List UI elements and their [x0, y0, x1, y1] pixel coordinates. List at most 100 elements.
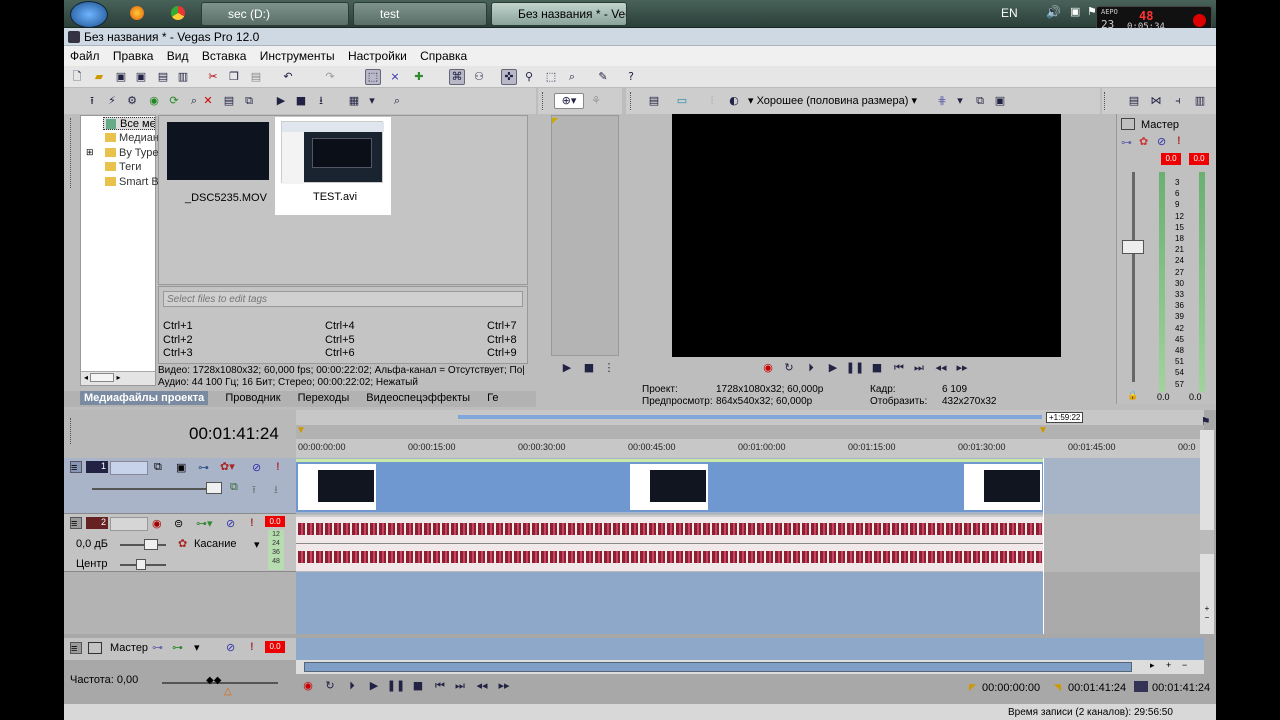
- tree-item[interactable]: Smart B: [103, 176, 159, 188]
- stop-icon[interactable]: ■: [410, 678, 426, 694]
- shortcut-label[interactable]: Ctrl+6: [325, 347, 355, 359]
- loop-icon[interactable]: ↻: [322, 678, 338, 694]
- mixer-view-icon[interactable]: ▥: [1192, 93, 1208, 109]
- record-icon[interactable]: ◉: [760, 360, 776, 376]
- timeline-hscroll[interactable]: ▸ + −: [296, 660, 1204, 674]
- trimmer-menu-icon[interactable]: ⋮: [601, 360, 617, 376]
- record-icon[interactable]: ◉: [300, 678, 316, 694]
- loop-region-bar[interactable]: [458, 415, 1042, 419]
- video-preview-screen[interactable]: [672, 114, 1061, 357]
- arm-record-icon[interactable]: ◉: [152, 517, 162, 530]
- master-fx-icon[interactable]: ⊶: [152, 641, 163, 654]
- next-frame-icon[interactable]: ▸▸: [496, 678, 512, 694]
- copy-snapshot-icon[interactable]: ⧉: [972, 93, 988, 109]
- track-solo-icon[interactable]: !: [250, 517, 254, 529]
- menu-tools[interactable]: Инструменты: [260, 49, 335, 63]
- tree-item[interactable]: Медиан: [103, 132, 159, 144]
- mode-icon[interactable]: ✿: [178, 537, 187, 550]
- marker-bar[interactable]: [296, 425, 1204, 439]
- timeline-menu-icon[interactable]: ⚑: [1199, 414, 1212, 430]
- track-grip-icon[interactable]: ≡: [70, 461, 82, 474]
- mixer-properties-icon[interactable]: ▤: [1126, 93, 1142, 109]
- selection-length[interactable]: 00:01:41:24: [1152, 682, 1210, 694]
- zoom-tool-icon[interactable]: ⌕: [564, 69, 580, 85]
- autopreview-icon[interactable]: ⭳: [313, 93, 329, 109]
- mixer-fx-icon[interactable]: ⫞: [1170, 93, 1186, 109]
- start-button[interactable]: [70, 1, 108, 28]
- track-grip-icon[interactable]: ≡: [70, 642, 82, 655]
- shortcut-label[interactable]: Ctrl+3: [163, 347, 193, 359]
- tab-project-media[interactable]: Медиафайлы проекта: [80, 391, 209, 405]
- shortcut-label[interactable]: Ctrl+5: [325, 334, 355, 346]
- language-indicator[interactable]: EN: [1001, 6, 1018, 20]
- video-event[interactable]: [296, 459, 1044, 512]
- quality-dropdown[interactable]: ▾ Хорошее (половина размера) ▾: [748, 94, 917, 107]
- shortcut-label[interactable]: Ctrl+7: [487, 320, 517, 332]
- copy-icon[interactable]: ❐: [226, 69, 242, 85]
- pause-icon[interactable]: ❚❚: [846, 360, 864, 376]
- empty-lane[interactable]: [296, 572, 1044, 634]
- refresh-icon[interactable]: ⟳: [166, 93, 182, 109]
- cursor-time[interactable]: 00:01:41:24: [189, 424, 279, 444]
- prev-frame-icon[interactable]: ◂◂: [933, 360, 949, 376]
- master-track-header[interactable]: ≡ Мастер ⊶ ⊶ ▾ ⊘ ! 0.0: [64, 638, 296, 660]
- views-icon[interactable]: ▦: [346, 93, 362, 109]
- redo-icon[interactable]: ↷: [322, 69, 338, 85]
- prev-frame-icon[interactable]: ◂◂: [474, 678, 490, 694]
- composite-mode-icon[interactable]: ⧉: [230, 481, 238, 494]
- overlays-dropdown-icon[interactable]: ▾: [952, 93, 968, 109]
- track-grip-icon[interactable]: ≡: [70, 517, 82, 530]
- invert-phase-icon[interactable]: ⊜: [174, 517, 183, 530]
- audio-track-header[interactable]: ≡ 2 ◉ ⊜ ⊶▾ ⊘ ! 0.0 0,0 дБ ✿ Касание ▾ Це…: [64, 514, 296, 572]
- zoom-in-time-icon[interactable]: +: [1166, 660, 1171, 670]
- whats-this-icon[interactable]: ?: [623, 69, 639, 85]
- go-start-icon[interactable]: ⏮: [891, 360, 907, 376]
- firefox-icon[interactable]: [130, 6, 144, 20]
- network-icon[interactable]: ▣: [1070, 5, 1080, 18]
- menu-insert[interactable]: Вставка: [202, 49, 247, 63]
- stop-preview-icon[interactable]: ■: [293, 93, 309, 109]
- timeline-ruler[interactable]: +1:59:22 ▼ ▼ 00:00:00:00 00:00:15:00 00:…: [296, 410, 1204, 458]
- panel-grip[interactable]: [542, 92, 545, 110]
- preview-properties-icon[interactable]: ▤: [646, 93, 662, 109]
- master-mute-icon[interactable]: ⊘: [226, 641, 235, 654]
- child-icon[interactable]: ⭳: [274, 481, 278, 500]
- next-frame-icon[interactable]: ▸▸: [954, 360, 970, 376]
- video-track-header[interactable]: ≡ 1 ⧉ ▣ ⊶ ✿▾ ⊘ ! ⧉ ⭱ ⭳: [64, 458, 296, 514]
- go-end-icon[interactable]: ⏭: [911, 360, 927, 376]
- stop-icon[interactable]: ■: [869, 360, 885, 376]
- menu-edit[interactable]: Правка: [113, 49, 154, 63]
- play-preview-icon[interactable]: ▶: [273, 93, 289, 109]
- track-fx-icon[interactable]: ⊶▾: [196, 517, 213, 530]
- master-solo-icon[interactable]: !: [250, 641, 254, 653]
- expand-icon[interactable]: ⊞: [86, 147, 94, 158]
- trimmer-play-icon[interactable]: ▶: [559, 360, 575, 376]
- track-mute-icon[interactable]: ⊘: [252, 461, 261, 474]
- open-icon[interactable]: ▰: [91, 69, 107, 85]
- burn-icon[interactable]: ✎: [595, 69, 611, 85]
- audio-event[interactable]: [296, 515, 1044, 571]
- volume-icon[interactable]: 🔊: [1046, 5, 1061, 19]
- overlays-icon[interactable]: ⋕: [934, 93, 950, 109]
- trimmer-mode-dropdown[interactable]: ⊕▾: [554, 93, 584, 109]
- task-test-folder[interactable]: test: [353, 2, 487, 26]
- shortcut-label[interactable]: Ctrl+1: [163, 320, 193, 332]
- mode-dropdown-icon[interactable]: ▾: [254, 538, 260, 551]
- tab-explorer[interactable]: Проводник: [225, 392, 280, 404]
- play-from-start-icon[interactable]: ⏵: [344, 678, 360, 694]
- trimmer-stop-icon[interactable]: ■: [581, 360, 597, 376]
- menu-file[interactable]: Файл: [70, 49, 100, 63]
- panel-grip[interactable]: [70, 418, 73, 444]
- split-screen-icon[interactable]: ◐: [726, 93, 742, 109]
- lock-icon[interactable]: 🔒: [1127, 390, 1138, 401]
- play-from-start-icon[interactable]: ⏵: [803, 360, 819, 376]
- selection-tool-icon[interactable]: ⬚: [543, 69, 559, 85]
- zoom-out-time-icon[interactable]: −: [1182, 660, 1187, 670]
- track-area[interactable]: [296, 458, 1204, 634]
- mixer-mute-icon[interactable]: ⊘: [1157, 135, 1166, 148]
- track-name-field[interactable]: [110, 517, 148, 531]
- panel-grip[interactable]: [630, 92, 633, 110]
- pan-slider[interactable]: [136, 559, 146, 570]
- menu-view[interactable]: Вид: [167, 49, 189, 63]
- normal-edit-tool-icon[interactable]: ✜: [501, 69, 517, 85]
